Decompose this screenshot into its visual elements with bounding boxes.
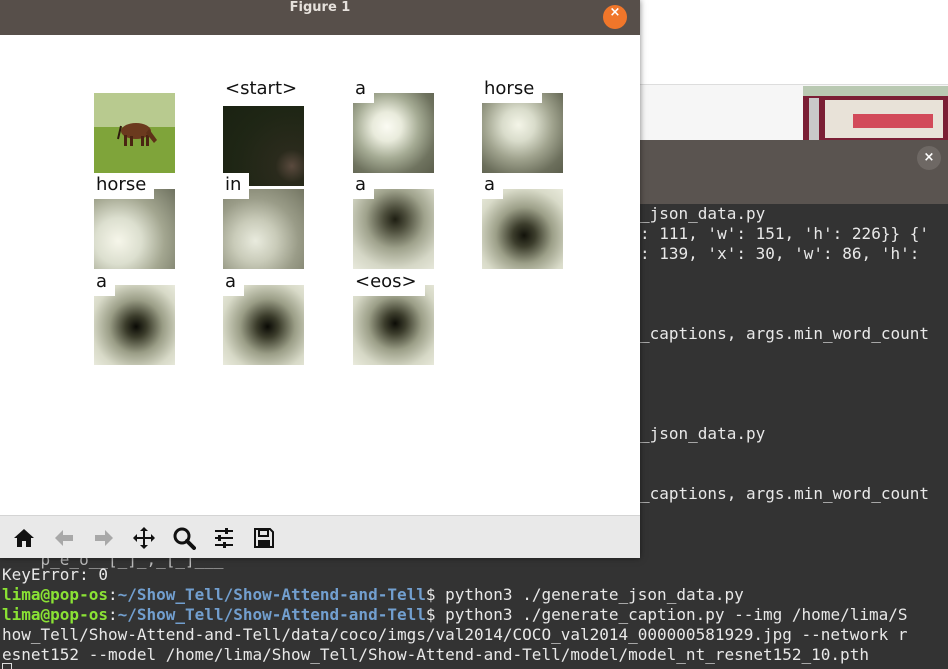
attention-map-tile [482,189,563,269]
home-button[interactable] [9,523,39,553]
forward-arrow-icon [95,530,113,546]
configure-subplots-icon [215,528,233,548]
pan-button[interactable] [129,523,159,553]
attention-map-tile [482,93,563,173]
command-text: python3 ./generate_caption.py --img /hom… [435,605,908,624]
pan-icon [133,527,155,549]
attention-map-tile [223,285,304,365]
figure-toolbar [0,515,640,558]
word-label: horse [94,173,155,199]
terminal-line: how_Tell/Show-Attend-and-Tell/data/coco/… [2,625,908,644]
terminal-line: _captions, args.min_word_count [640,324,929,343]
word-label: a [223,270,245,296]
terminal-line: : 111, 'w': 151, 'h': 226}} {' [640,224,929,243]
attention-map-tile [353,189,434,269]
word-label: a [94,270,116,296]
figure-title: Figure 1 [289,0,351,15]
attention-map-tile [223,189,304,269]
figure-titlebar[interactable]: Figure 1 × [0,0,640,35]
terminal-close-button[interactable]: × [917,146,941,170]
save-button[interactable] [249,523,279,553]
terminal-cursor [2,663,12,669]
figure-close-button[interactable]: × [603,5,627,29]
terminal-prompt-line: lima@pop-os:~/Show_Tell/Show-Attend-and-… [2,585,744,604]
prompt-separator: : [107,585,118,604]
zoom-button[interactable] [169,523,199,553]
word-label: a [353,77,375,103]
word-label: in [223,173,250,199]
home-icon [14,529,34,547]
save-icon [254,528,274,548]
word-label: a [482,173,504,199]
prompt-path: ~/Show_Tell/Show-Attend-and-Tell [117,605,426,624]
prompt-user: lima@pop-os [2,605,108,624]
word-label: horse [482,77,543,103]
forward-button[interactable] [89,523,119,553]
horse-photo [94,93,175,173]
word-label: a [353,173,375,199]
original-image-tile [94,93,175,173]
zoom-icon [173,527,196,550]
prompt-path: ~/Show_Tell/Show-Attend-and-Tell [117,585,426,604]
command-text: python3 ./generate_json_data.py [435,585,744,604]
terminal-line: KeyError: 0 [2,565,108,584]
prompt-separator: : [107,605,118,624]
configure-subplots-button[interactable] [209,523,239,553]
terminal-line: esnet152 --model /home/lima/Show_Tell/Sh… [2,645,869,664]
attention-map-tile [353,93,434,173]
word-label: <start> [223,77,306,103]
desktop-background [640,0,948,84]
back-arrow-icon [55,530,73,546]
terminal-bottom-area: p_e_o__[_]_,_[_]___ KeyError: 0 lima@pop… [0,550,948,669]
terminal-line: _captions, args.min_word_count [640,484,929,503]
attention-map-tile [94,285,175,365]
terminal-line: : 139, 'x': 30, 'w': 86, 'h': [640,244,920,263]
attention-map-tile [94,189,175,269]
prompt-dollar: $ [425,585,436,604]
figure-canvas: <start> a horse horse in a a a a <eos> [0,35,640,515]
background-window-thumbnail [803,86,948,140]
back-button[interactable] [49,523,79,553]
terminal-prompt-line: lima@pop-os:~/Show_Tell/Show-Attend-and-… [2,605,908,624]
prompt-user: lima@pop-os [2,585,108,604]
terminal-line: _json_data.py [640,424,766,443]
figure-window: Figure 1 × <start> a horse horse in a a … [0,0,640,558]
word-label: <eos> [353,270,425,296]
attention-map-tile [353,285,434,365]
terminal-line: _json_data.py [640,204,766,223]
terminal-header [640,140,948,204]
prompt-dollar: $ [425,605,436,624]
